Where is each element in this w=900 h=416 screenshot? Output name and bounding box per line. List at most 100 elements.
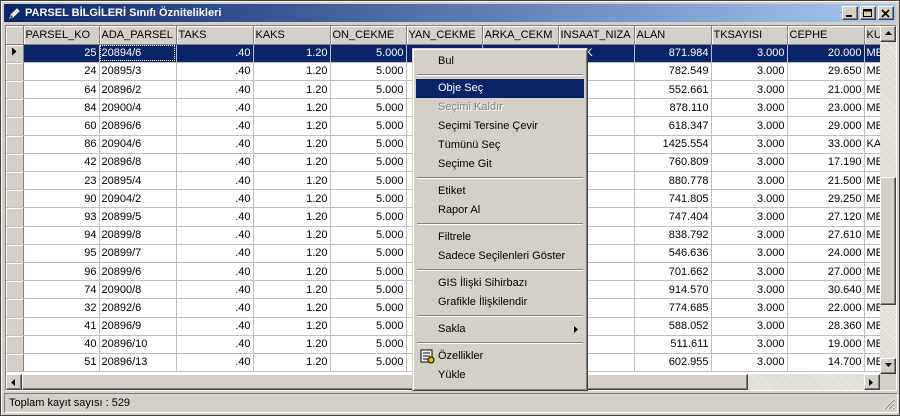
column-header[interactable]: ARKA_CEKM (482, 26, 559, 45)
menu-item[interactable]: Obje Seç (416, 79, 584, 98)
table-cell[interactable]: .40 (176, 353, 254, 373)
table-cell[interactable]: 5.000 (330, 262, 407, 282)
table-cell[interactable]: 760.809 (634, 153, 712, 173)
table-cell[interactable]: 29.650 (787, 62, 865, 82)
table-cell[interactable]: 511.611 (634, 335, 712, 354)
menu-item[interactable]: Filtrele (416, 228, 584, 247)
column-header[interactable]: YAN_CEKME (406, 26, 483, 45)
table-cell[interactable]: 5.000 (330, 353, 407, 373)
table-cell[interactable]: 3.000 (711, 135, 788, 154)
menu-item[interactable]: GIS İlişki Sihirbazı (416, 274, 584, 293)
table-cell[interactable]: 27.000 (787, 262, 865, 282)
table-cell[interactable]: 90 (23, 189, 100, 209)
table-cell[interactable]: 28.360 (787, 317, 865, 336)
table-cell[interactable]: 1.20 (253, 44, 331, 63)
table-cell[interactable]: .40 (176, 116, 254, 136)
table-cell[interactable]: 1.20 (253, 80, 331, 100)
menu-item[interactable]: Tümünü Seç (416, 136, 584, 155)
table-cell[interactable]: 588.052 (634, 317, 712, 336)
row-indicator[interactable] (6, 135, 24, 154)
table-cell[interactable]: 3.000 (711, 207, 788, 227)
column-header[interactable]: INSAAT_NIZA (558, 26, 635, 45)
row-indicator[interactable] (6, 244, 24, 263)
table-cell[interactable]: .40 (176, 44, 254, 63)
table-cell[interactable]: 30.640 (787, 280, 865, 300)
table-cell[interactable]: .40 (176, 80, 254, 100)
table-cell[interactable]: 20899/7 (99, 244, 177, 263)
table-cell[interactable]: 3.000 (711, 244, 788, 263)
table-cell[interactable]: 602.955 (634, 353, 712, 373)
resize-grip-icon[interactable] (883, 398, 895, 410)
menu-item[interactable]: Grafikle İlişkilendir (416, 293, 584, 312)
scroll-left-button[interactable] (6, 374, 22, 390)
table-cell[interactable]: .40 (176, 226, 254, 245)
table-cell[interactable]: 51 (23, 353, 100, 373)
table-cell[interactable]: 20896/13 (99, 353, 177, 373)
table-cell[interactable]: .40 (176, 207, 254, 227)
table-cell[interactable]: 22.000 (787, 298, 865, 318)
table-cell[interactable]: 1.20 (253, 280, 331, 300)
table-cell[interactable]: 24.000 (787, 244, 865, 263)
table-cell[interactable]: .40 (176, 189, 254, 209)
row-indicator[interactable] (6, 189, 24, 209)
table-cell[interactable]: 5.000 (330, 44, 407, 63)
table-cell[interactable]: 5.000 (330, 189, 407, 209)
column-header[interactable]: TAKS (176, 26, 254, 45)
table-cell[interactable]: 3.000 (711, 280, 788, 300)
column-header[interactable]: ADA_PARSEL (99, 26, 177, 45)
row-indicator[interactable] (6, 226, 24, 245)
column-header[interactable]: TKSAYISI (711, 26, 788, 45)
table-cell[interactable]: 1.20 (253, 171, 331, 191)
table-cell[interactable]: 1.20 (253, 207, 331, 227)
column-header[interactable]: PARSEL_KO (23, 26, 100, 45)
table-cell[interactable]: 5.000 (330, 135, 407, 154)
table-cell[interactable]: 3.000 (711, 153, 788, 173)
table-cell[interactable]: 774.685 (634, 298, 712, 318)
scroll-down-button[interactable] (880, 358, 896, 374)
table-cell[interactable]: 3.000 (711, 62, 788, 82)
row-indicator[interactable] (6, 44, 24, 63)
table-cell[interactable]: .40 (176, 298, 254, 318)
column-header[interactable]: CEPHE (787, 26, 865, 45)
row-indicator[interactable] (6, 116, 24, 136)
table-cell[interactable]: 1.20 (253, 153, 331, 173)
table-cell[interactable]: 29.250 (787, 189, 865, 209)
table-cell[interactable]: 86 (23, 135, 100, 154)
table-cell[interactable]: 747.404 (634, 207, 712, 227)
table-cell[interactable]: 27.610 (787, 226, 865, 245)
scroll-up-button[interactable] (880, 26, 896, 42)
table-cell[interactable]: 23.000 (787, 98, 865, 118)
table-cell[interactable]: 871.984 (634, 44, 712, 63)
table-cell[interactable]: 20899/6 (99, 262, 177, 282)
table-cell[interactable]: 3.000 (711, 116, 788, 136)
table-cell[interactable]: 3.000 (711, 44, 788, 63)
column-header[interactable]: ON_CEKME (330, 26, 407, 45)
table-cell[interactable]: 20895/4 (99, 171, 177, 191)
table-cell[interactable]: .40 (176, 280, 254, 300)
table-cell[interactable]: 1.20 (253, 62, 331, 82)
horizontal-scroll-thumb[interactable] (22, 374, 748, 390)
table-cell[interactable]: 20892/6 (99, 298, 177, 318)
table-cell[interactable]: 20896/6 (99, 116, 177, 136)
table-cell[interactable]: 1.20 (253, 244, 331, 263)
table-cell[interactable]: 40 (23, 335, 100, 354)
table-cell[interactable]: 782.549 (634, 62, 712, 82)
table-cell[interactable]: 5.000 (330, 244, 407, 263)
row-indicator[interactable] (6, 262, 24, 282)
table-cell[interactable]: 5.000 (330, 280, 407, 300)
table-cell[interactable]: 1.20 (253, 353, 331, 373)
table-cell[interactable]: 5.000 (330, 153, 407, 173)
table-cell[interactable]: 1.20 (253, 262, 331, 282)
table-cell[interactable]: 5.000 (330, 62, 407, 82)
table-cell[interactable]: 41 (23, 317, 100, 336)
table-cell[interactable]: 5.000 (330, 116, 407, 136)
table-cell[interactable]: 3.000 (711, 298, 788, 318)
table-cell[interactable]: 5.000 (330, 98, 407, 118)
table-cell[interactable]: 21.000 (787, 80, 865, 100)
table-cell[interactable]: 20900/4 (99, 98, 177, 118)
table-cell[interactable]: 20.000 (787, 44, 865, 63)
table-cell[interactable]: 27.120 (787, 207, 865, 227)
table-cell[interactable]: 3.000 (711, 335, 788, 354)
row-indicator[interactable] (6, 171, 24, 191)
table-cell[interactable]: 19.000 (787, 335, 865, 354)
